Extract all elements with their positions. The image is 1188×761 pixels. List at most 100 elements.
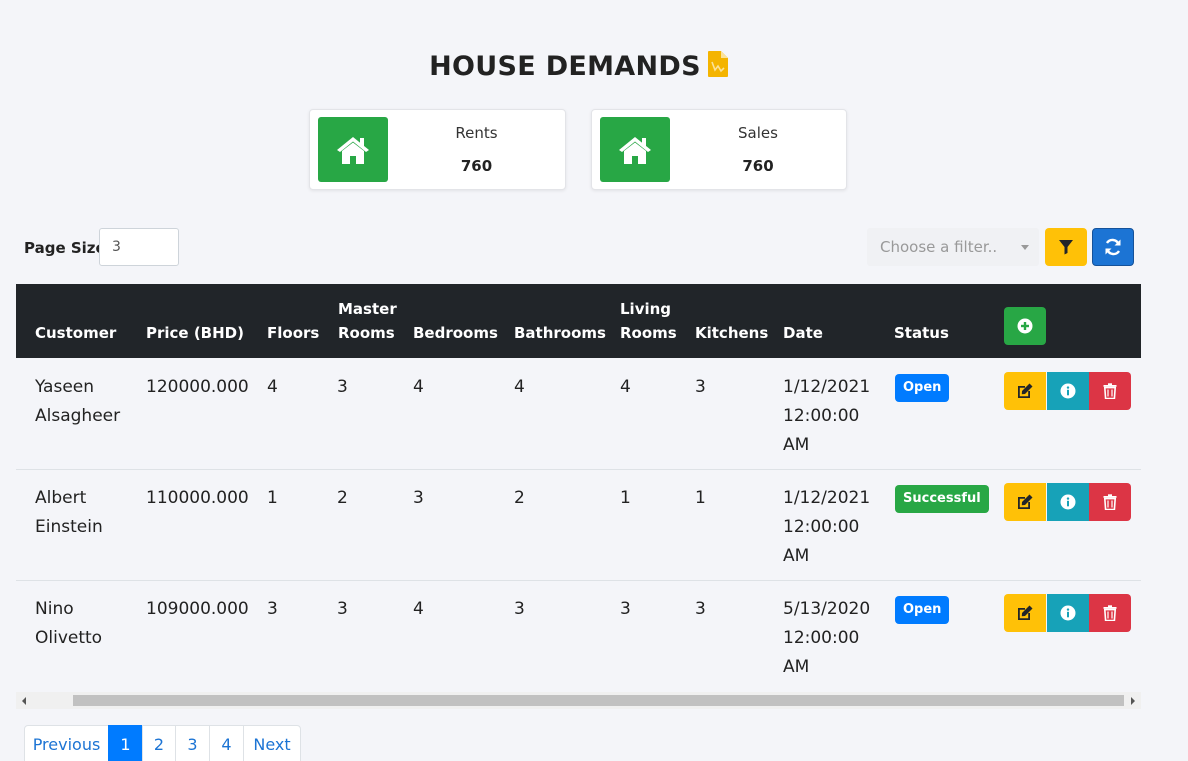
delete-button[interactable] — [1089, 594, 1131, 632]
document-icon — [707, 50, 729, 85]
edit-button[interactable] — [1004, 594, 1046, 632]
cell-floors: 3 — [267, 599, 278, 619]
rents-count: 760 — [460, 157, 493, 175]
page-size-input[interactable] — [99, 228, 179, 266]
filter-placeholder: Choose a filter.. — [880, 238, 998, 256]
cell-bedrooms: 4 — [413, 377, 424, 397]
info-button[interactable] — [1047, 594, 1089, 632]
cell-date: 1/12/2021 12:00:00 AM — [783, 484, 870, 571]
plus-circle-icon — [1017, 318, 1033, 334]
cell-price: 109000.000 — [146, 599, 249, 619]
time-line: 12:00:00 — [783, 406, 860, 426]
header-status: Status — [894, 324, 949, 342]
header-living-rooms-line1: Living — [620, 300, 672, 318]
header-bathrooms: Bathrooms — [514, 324, 606, 342]
table-header: Customer Price (BHD) Floors Master Rooms… — [16, 284, 1141, 358]
sales-label: Sales — [738, 124, 778, 142]
customer-first-name: Nino — [35, 599, 74, 619]
edit-button[interactable] — [1004, 372, 1046, 410]
cell-floors: 4 — [267, 377, 278, 397]
cell-customer: Albert Einstein — [35, 484, 103, 542]
header-master-rooms-line2: Rooms — [338, 324, 395, 342]
filter-button[interactable] — [1045, 228, 1087, 266]
delete-button[interactable] — [1089, 483, 1131, 521]
ampm-line: AM — [783, 546, 810, 566]
pagination-previous[interactable]: Previous — [24, 725, 109, 761]
filter-select[interactable]: Choose a filter.. — [867, 228, 1039, 266]
status-badge: Open — [895, 596, 950, 624]
header-master-rooms-line1: Master — [338, 300, 397, 318]
pagination-next[interactable]: Next — [243, 725, 301, 761]
cell-bedrooms: 4 — [413, 599, 424, 619]
rents-card: Rents 760 — [309, 109, 566, 190]
scroll-left-icon[interactable] — [22, 697, 26, 705]
cell-master-rooms: 3 — [337, 599, 348, 619]
header-living-rooms-line2: Rooms — [620, 324, 677, 342]
header-price: Price (BHD) — [146, 324, 244, 342]
sales-card: Sales 760 — [591, 109, 847, 190]
pagination-page-4[interactable]: 4 — [209, 725, 244, 761]
cell-price: 120000.000 — [146, 377, 249, 397]
cell-living-rooms: 4 — [620, 377, 631, 397]
info-icon — [1060, 383, 1076, 399]
trash-icon — [1103, 605, 1117, 621]
edit-icon — [1018, 605, 1033, 620]
header-customer: Customer — [35, 324, 117, 342]
page-size-label: Page Size — [24, 239, 106, 257]
trash-icon — [1103, 494, 1117, 510]
pagination: Previous 1 2 3 4 Next — [24, 725, 301, 761]
header-living-rooms: Living Rooms — [620, 297, 677, 345]
horizontal-scrollbar[interactable] — [16, 692, 1141, 709]
info-icon — [1060, 494, 1076, 510]
customer-last-name: Alsagheer — [35, 406, 121, 426]
cell-floors: 1 — [267, 488, 278, 508]
pagination-page-2[interactable]: 2 — [142, 725, 176, 761]
page-title: HOUSE DEMANDS — [0, 50, 1158, 85]
table-row: Yaseen Alsagheer 120000.000 4 3 4 4 4 3 … — [16, 359, 1141, 470]
cell-bathrooms: 3 — [514, 599, 525, 619]
cell-bathrooms: 2 — [514, 488, 525, 508]
edit-icon — [1018, 383, 1033, 398]
refresh-button[interactable] — [1092, 228, 1134, 266]
table-row: Nino Olivetto 109000.000 3 3 4 3 3 3 5/1… — [16, 581, 1141, 686]
pagination-page-3[interactable]: 3 — [175, 725, 210, 761]
info-button[interactable] — [1047, 372, 1089, 410]
customer-last-name: Einstein — [35, 517, 103, 537]
header-master-rooms: Master Rooms — [338, 297, 397, 345]
header-floors: Floors — [267, 324, 320, 342]
cell-price: 110000.000 — [146, 488, 249, 508]
cell-kitchens: 3 — [695, 599, 706, 619]
cell-kitchens: 1 — [695, 488, 706, 508]
home-icon — [600, 117, 670, 182]
cell-living-rooms: 3 — [620, 599, 631, 619]
cell-kitchens: 3 — [695, 377, 706, 397]
sales-count: 760 — [742, 157, 774, 175]
customer-last-name: Olivetto — [35, 628, 103, 648]
page-title-text: HOUSE DEMANDS — [429, 51, 701, 82]
scroll-right-icon[interactable] — [1131, 697, 1135, 705]
cell-bedrooms: 3 — [413, 488, 424, 508]
scrollbar-thumb[interactable] — [73, 695, 1124, 706]
ampm-line: AM — [783, 435, 810, 455]
edit-button[interactable] — [1004, 483, 1046, 521]
delete-button[interactable] — [1089, 372, 1131, 410]
header-bedrooms: Bedrooms — [413, 324, 498, 342]
add-demand-button[interactable] — [1004, 307, 1046, 345]
header-date: Date — [783, 324, 823, 342]
cell-customer: Yaseen Alsagheer — [35, 373, 120, 431]
cell-master-rooms: 3 — [337, 377, 348, 397]
date-line: 5/13/2020 — [783, 599, 871, 619]
info-icon — [1060, 605, 1076, 621]
edit-icon — [1018, 494, 1033, 509]
pagination-page-1[interactable]: 1 — [108, 725, 143, 761]
info-button[interactable] — [1047, 483, 1089, 521]
status-badge: Successful — [895, 485, 989, 513]
house-demands-table: Customer Price (BHD) Floors Master Rooms… — [16, 284, 1141, 686]
home-icon — [318, 117, 388, 182]
rents-label: Rents — [455, 124, 498, 142]
date-line: 1/12/2021 — [783, 488, 871, 508]
trash-icon — [1103, 383, 1117, 399]
cell-date: 1/12/2021 12:00:00 AM — [783, 373, 870, 460]
filter-icon — [1059, 240, 1073, 255]
ampm-line: AM — [783, 657, 810, 677]
